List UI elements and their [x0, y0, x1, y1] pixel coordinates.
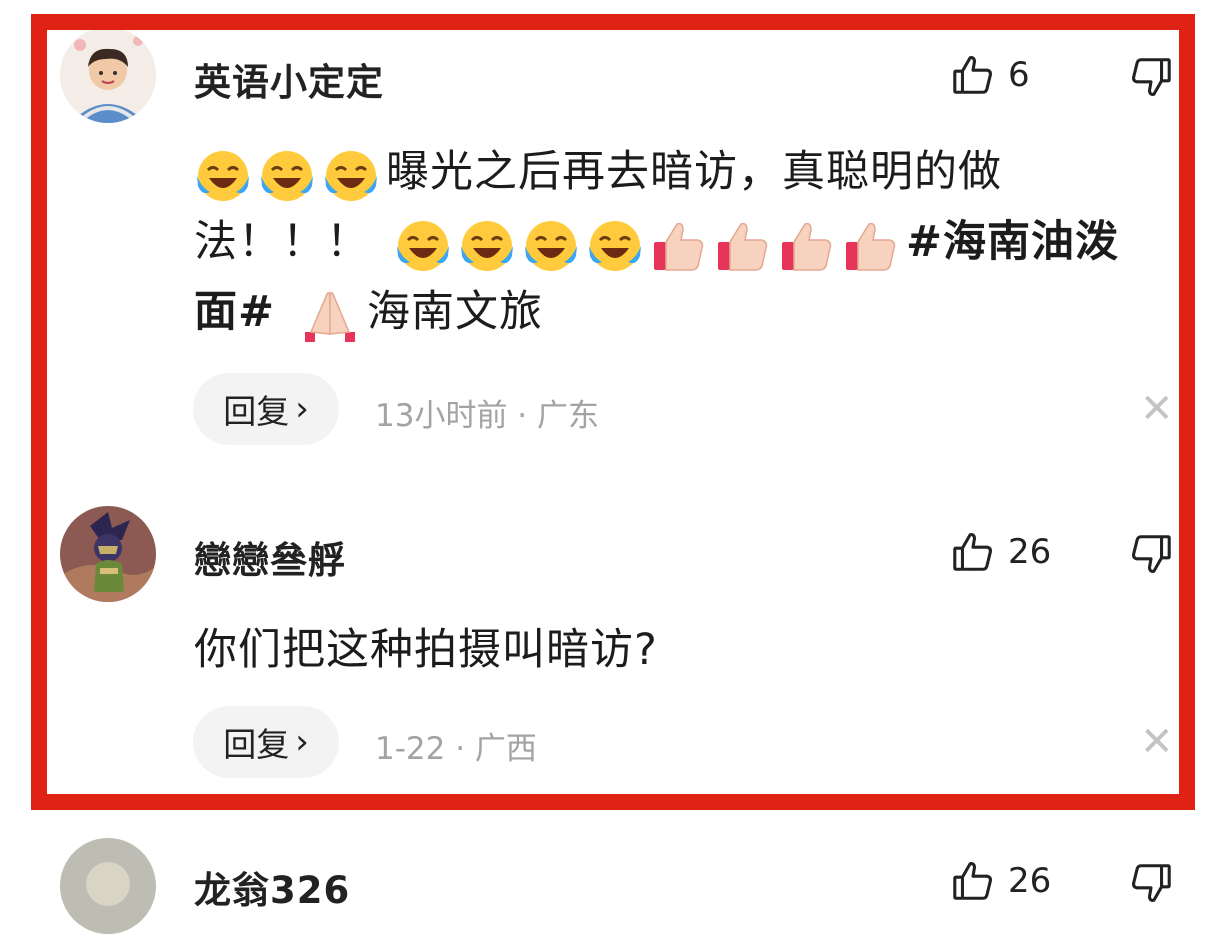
- chevron-right-icon: ›: [295, 722, 309, 762]
- comment-text-segment: 法！！！: [194, 217, 370, 267]
- comment-text-segment: 海南文旅: [367, 287, 544, 337]
- laugh-cry-emoji-icon: [522, 216, 580, 274]
- comment-username[interactable]: 龙翁326: [194, 860, 350, 914]
- like-button[interactable]: 26: [950, 858, 1051, 904]
- comment-username[interactable]: 戀戀叄艀: [194, 530, 346, 584]
- laugh-cry-emoji-icon: [194, 146, 252, 204]
- comment-username[interactable]: 英语小定定: [194, 52, 384, 106]
- thumbs-down-icon[interactable]: [1128, 54, 1174, 100]
- hashtag-link[interactable]: #海南油泼: [906, 217, 1119, 267]
- comment-text: 你们把这种拍摄叫暗访?: [194, 625, 658, 675]
- reply-button[interactable]: 回复 ›: [193, 706, 339, 778]
- close-icon[interactable]: ✕: [1140, 722, 1174, 762]
- comment-text: 曝光之后再去暗访，真聪明的做 法！！！ #海南油泼 面# 海南文旅: [194, 137, 1169, 347]
- thumbs-up-emoji-icon: [650, 216, 708, 274]
- pray-emoji-icon: [299, 286, 361, 344]
- thumbs-up-icon[interactable]: [950, 52, 996, 98]
- chevron-right-icon: ›: [295, 389, 309, 429]
- comment-line: 面# 海南文旅: [194, 277, 1169, 347]
- like-count: 26: [1008, 532, 1052, 572]
- thumbs-up-icon[interactable]: [950, 529, 996, 575]
- comment-text-segment: 曝光之后再去暗访，真聪明的做: [386, 147, 1002, 197]
- like-button[interactable]: 26: [950, 529, 1051, 575]
- thumbs-up-icon[interactable]: [950, 858, 996, 904]
- thumbs-down-icon[interactable]: [1128, 860, 1174, 906]
- reply-label: 回复: [223, 725, 290, 764]
- thumbs-up-emoji-icon: [778, 216, 836, 274]
- hashtag-link[interactable]: 面#: [194, 287, 275, 337]
- like-button[interactable]: 6: [950, 52, 1030, 98]
- comment-line: 曝光之后再去暗访，真聪明的做: [194, 137, 1169, 207]
- laugh-cry-emoji-icon: [322, 146, 380, 204]
- laugh-cry-emoji-icon: [586, 216, 644, 274]
- laugh-cry-emoji-icon: [258, 146, 316, 204]
- reply-label: 回复: [223, 392, 290, 431]
- avatar[interactable]: [60, 27, 156, 123]
- avatar[interactable]: [60, 506, 156, 602]
- laugh-cry-emoji-icon: [458, 216, 516, 274]
- reply-button[interactable]: 回复 ›: [193, 373, 339, 445]
- avatar[interactable]: [60, 838, 156, 934]
- comment-meta: 1-22 · 广西: [375, 731, 537, 767]
- thumbs-up-emoji-icon: [842, 216, 900, 274]
- laugh-cry-emoji-icon: [394, 216, 452, 274]
- comment-meta: 13小时前 · 广东: [375, 398, 600, 434]
- close-icon[interactable]: ✕: [1140, 389, 1174, 429]
- like-count: 26: [1008, 861, 1052, 901]
- like-count: 6: [1008, 55, 1030, 95]
- comment-line: 法！！！ #海南油泼: [194, 207, 1169, 277]
- thumbs-up-emoji-icon: [714, 216, 772, 274]
- thumbs-down-icon[interactable]: [1128, 531, 1174, 577]
